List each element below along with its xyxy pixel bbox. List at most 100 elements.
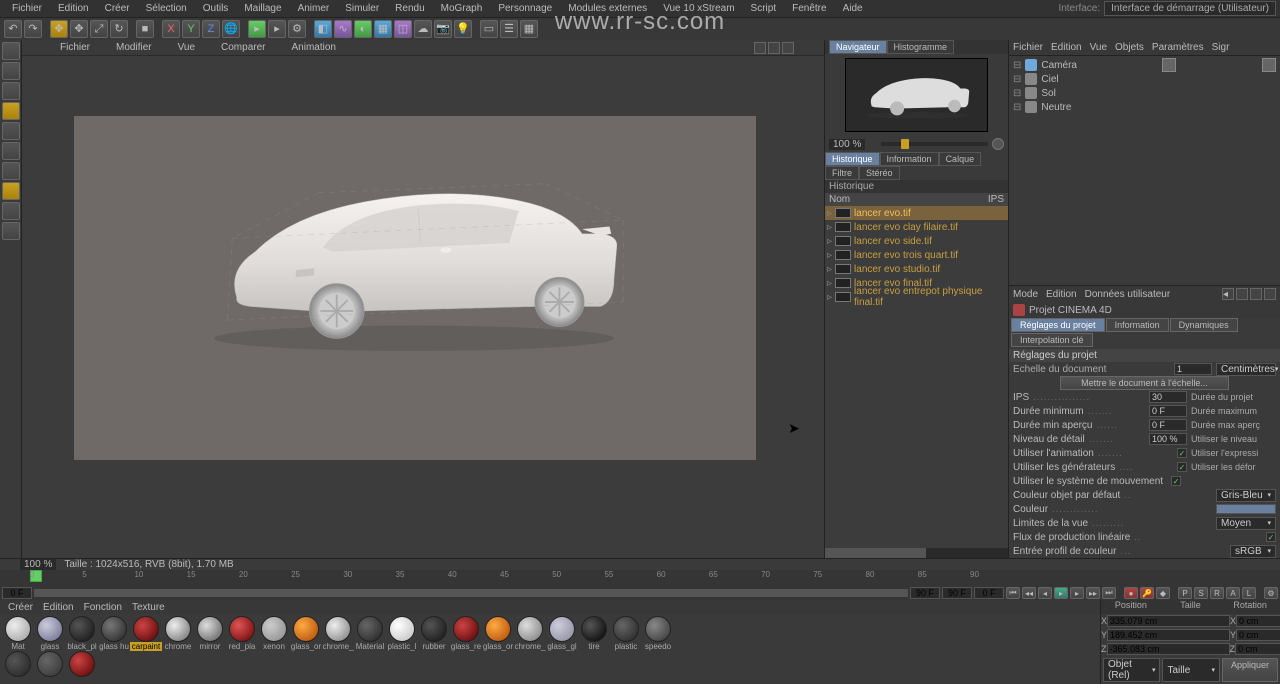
make-editable-button[interactable] — [2, 42, 20, 60]
render-view-button[interactable]: ▸ — [248, 20, 266, 38]
goto-end-button[interactable]: ⏭ — [1102, 587, 1116, 599]
x-axis-button[interactable]: X — [162, 20, 180, 38]
view-limits-combo[interactable]: Moyen▾ — [1216, 517, 1276, 530]
material-item[interactable]: glass_or — [482, 616, 514, 651]
file-item[interactable]: ▹lancer evo.tif — [825, 206, 1008, 220]
last-tool-button[interactable]: ■ — [136, 20, 154, 38]
y-axis-button[interactable]: Y — [182, 20, 200, 38]
material-item[interactable]: chrome — [162, 616, 194, 651]
scale-doc-button[interactable]: Mettre le document à l'échelle... — [1060, 376, 1229, 390]
attr-lock-icon[interactable] — [1236, 288, 1248, 300]
scene-menu-vue[interactable]: Vue — [1090, 42, 1107, 53]
coord-mode1[interactable]: Objet (Rel)▾ — [1103, 658, 1160, 682]
history-scrollbar[interactable] — [825, 548, 1008, 558]
tab-histogram[interactable]: Histogramme — [887, 40, 955, 54]
name-column[interactable]: Nom — [829, 194, 850, 205]
coord-input[interactable] — [1107, 629, 1230, 641]
rot-key-button[interactable]: R — [1210, 587, 1224, 599]
menu-rendu[interactable]: Rendu — [387, 3, 432, 14]
menu-vue 10 xstream[interactable]: Vue 10 xStream — [655, 3, 742, 14]
close-icon[interactable] — [782, 42, 794, 54]
material-item[interactable]: plastic_l — [386, 616, 418, 651]
scale-key-button[interactable]: S — [1194, 587, 1208, 599]
scale-button[interactable]: ⤢ — [90, 20, 108, 38]
live-select-button[interactable]: ✥ — [50, 20, 68, 38]
tag-button[interactable]: ▭ — [480, 20, 498, 38]
frame-end[interactable] — [910, 587, 940, 599]
mat-menu-créer[interactable]: Créer — [8, 602, 33, 613]
material-item[interactable]: red_pla — [226, 616, 258, 651]
vp-menu-vue[interactable]: Vue — [170, 42, 203, 53]
material-item[interactable] — [66, 651, 98, 677]
material-item[interactable]: black_pl — [66, 616, 98, 651]
object-row[interactable]: ⊟Ciel — [1013, 72, 1276, 86]
menu-maillage[interactable]: Maillage — [236, 3, 289, 14]
material-item[interactable]: rubber — [418, 616, 450, 651]
attr-menu-données utilisateur[interactable]: Données utilisateur — [1085, 289, 1171, 300]
mat-menu-texture[interactable]: Texture — [132, 602, 165, 613]
array-button[interactable]: ▦ — [374, 20, 392, 38]
object-row[interactable]: ⊟Caméra — [1013, 58, 1276, 72]
point-mode-button[interactable] — [2, 122, 20, 140]
navigator-zoom[interactable]: 100 % — [829, 139, 865, 150]
vp-menu-animation[interactable]: Animation — [283, 42, 343, 53]
fit-button[interactable] — [992, 138, 1004, 150]
maximize-icon[interactable] — [768, 42, 780, 54]
ips-column[interactable]: IPS — [988, 194, 1004, 205]
tab-project-settings[interactable]: Réglages du projet — [1011, 318, 1105, 332]
texture-mode-button[interactable] — [2, 82, 20, 100]
model-mode-button[interactable] — [2, 62, 20, 80]
menu-fenêtre[interactable]: Fenêtre — [784, 3, 834, 14]
file-item[interactable]: ▹lancer evo side.tif — [825, 234, 1008, 248]
menu-animer[interactable]: Animer — [290, 3, 338, 14]
menu-aide[interactable]: Aide — [835, 3, 871, 14]
vp-menu-modifier[interactable]: Modifier — [108, 42, 160, 53]
snap-button[interactable] — [2, 202, 20, 220]
interface-combo[interactable]: Interface de démarrage (Utilisateur) — [1104, 1, 1276, 16]
material-item[interactable]: glass_re — [450, 616, 482, 651]
layout-button[interactable]: ▦ — [520, 20, 538, 38]
attr-menu-icon[interactable] — [1264, 288, 1276, 300]
tab-info[interactable]: Information — [880, 152, 939, 166]
poly-mode-button[interactable] — [2, 162, 20, 180]
material-item[interactable] — [34, 651, 66, 677]
edge-mode-button[interactable] — [2, 142, 20, 160]
scene-menu-sigr[interactable]: Sigr — [1212, 42, 1230, 53]
object-manager[interactable]: ⊟Caméra⊟Ciel⊟Sol⊟Neutre — [1009, 56, 1280, 116]
scene-menu-fichier[interactable]: Fichier — [1013, 42, 1043, 53]
light-button[interactable]: 💡 — [454, 20, 472, 38]
zoom-slider[interactable] — [881, 142, 988, 146]
menu-modules externes[interactable]: Modules externes — [560, 3, 655, 14]
timeline[interactable]: 051015202530354045505560657075808590 ⏮ ◂… — [0, 570, 1280, 600]
linear-flow-checkbox[interactable]: ✓ — [1266, 532, 1276, 542]
menu-fichier[interactable]: Fichier — [4, 3, 50, 14]
scene-menu-edition[interactable]: Edition — [1051, 42, 1082, 53]
menu-créer[interactable]: Créer — [97, 3, 138, 14]
world-button[interactable]: 🌐 — [222, 20, 240, 38]
tab-information[interactable]: Information — [1106, 318, 1169, 332]
scene-menu-paramètres[interactable]: Paramètres — [1152, 42, 1204, 53]
material-item[interactable]: Mat — [2, 616, 34, 651]
material-item[interactable]: mirror — [194, 616, 226, 651]
object-mode-button[interactable] — [2, 102, 20, 120]
minimize-icon[interactable] — [754, 42, 766, 54]
material-item[interactable] — [2, 651, 34, 677]
mat-menu-fonction[interactable]: Fonction — [84, 602, 122, 613]
min-duration-input[interactable] — [1149, 405, 1187, 417]
material-item[interactable]: speedo — [642, 616, 674, 651]
file-item[interactable]: ▹lancer evo studio.tif — [825, 262, 1008, 276]
keyframe-options-button[interactable]: ⚙ — [1264, 587, 1278, 599]
ips-input[interactable] — [1149, 391, 1187, 403]
file-item[interactable]: ▹lancer evo clay filaire.tif — [825, 220, 1008, 234]
info-zoom[interactable]: 100 % — [20, 559, 56, 570]
camera-button[interactable]: 📷 — [434, 20, 452, 38]
material-item[interactable]: xenon — [258, 616, 290, 651]
undo-button[interactable]: ↶ — [4, 20, 22, 38]
coord-input[interactable] — [1235, 643, 1280, 655]
attr-back-icon[interactable]: ◂ — [1222, 288, 1234, 300]
move-button[interactable]: ✥ — [70, 20, 88, 38]
coord-input[interactable] — [1107, 643, 1230, 655]
doc-scale-input[interactable] — [1174, 363, 1212, 375]
tab-navigator[interactable]: Navigateur — [829, 40, 887, 54]
use-anim-checkbox[interactable]: ✓ — [1177, 448, 1187, 458]
